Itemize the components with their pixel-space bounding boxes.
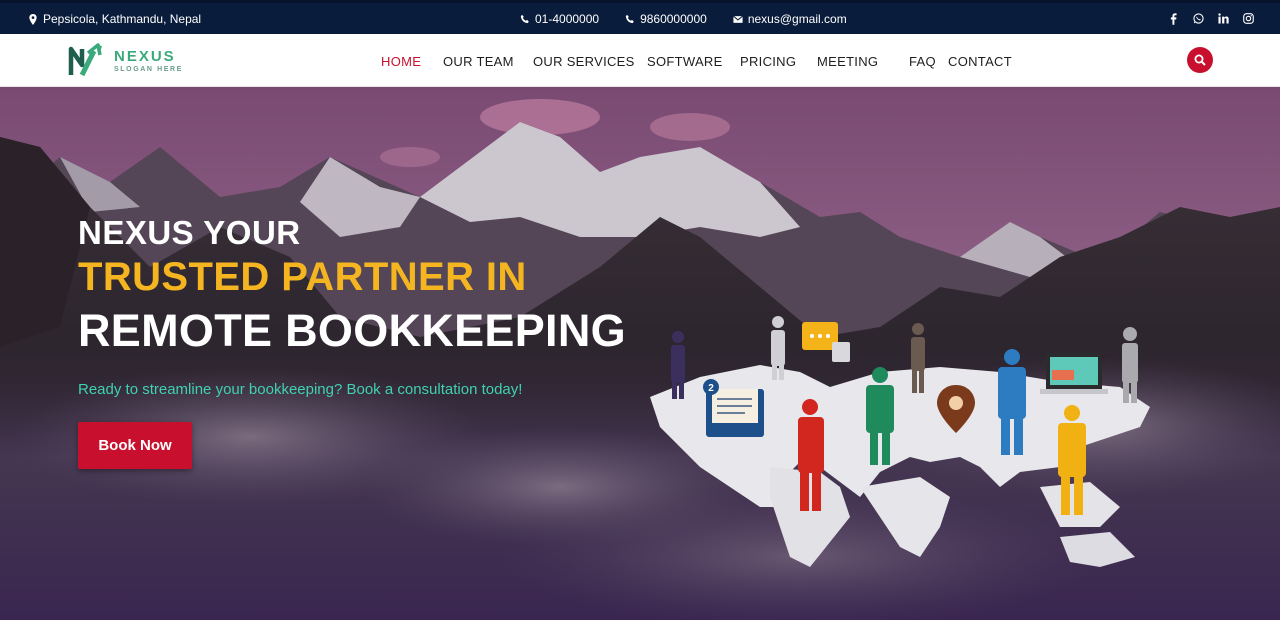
envelope-icon (732, 15, 743, 23)
phone-1-text: 01-4000000 (535, 12, 600, 26)
top-info-bar: Pepsicola, Kathmandu, Nepal 01-4000000 9… (0, 0, 1280, 34)
phone-2[interactable]: 9860000000 (625, 12, 707, 26)
main-navbar: NEXUS SLOGAN HERE HOME OUR TEAM OUR SERV… (0, 34, 1280, 87)
phone-icon (520, 14, 529, 23)
location-info: Pepsicola, Kathmandu, Nepal (28, 12, 201, 26)
phone-icon (625, 14, 634, 23)
notification-badge: 2 (708, 383, 714, 394)
nav-pricing[interactable]: PRICING (740, 54, 817, 69)
logo-slogan: SLOGAN HERE (114, 65, 183, 73)
logo-name: NEXUS (114, 47, 176, 65)
phone-2-text: 9860000000 (640, 12, 707, 26)
whatsapp-icon[interactable] (1193, 12, 1204, 25)
nav-meeting[interactable]: MEETING (817, 54, 909, 69)
nav-our-team[interactable]: OUR TEAM (443, 54, 533, 69)
map-pin-icon (29, 13, 37, 25)
contact-info: 01-4000000 9860000000 nexus@gmail.com (520, 12, 847, 26)
facebook-icon[interactable] (1168, 12, 1179, 25)
main-menu: HOME OUR TEAM OUR SERVICES SOFTWARE PRIC… (381, 54, 1018, 69)
hero-section: 2 NEXUS YOUR TRUSTED PARTNER IN REMOTE B… (0, 87, 1280, 620)
email-text: nexus@gmail.com (747, 12, 847, 26)
brand-logo[interactable]: NEXUS SLOGAN HERE (68, 42, 208, 80)
nav-faq[interactable]: FAQ (909, 54, 948, 69)
location-text: Pepsicola, Kathmandu, Nepal (43, 12, 202, 26)
search-button[interactable] (1187, 47, 1213, 73)
hero-subtitle: Ready to streamline your bookkeeping? Bo… (78, 381, 523, 398)
nav-our-services[interactable]: OUR SERVICES (533, 54, 647, 69)
nav-software[interactable]: SOFTWARE (647, 54, 740, 69)
email-link[interactable]: nexus@gmail.com (732, 12, 847, 26)
hero-title-line-1: NEXUS YOUR (78, 214, 301, 251)
hero-title-line-3: REMOTE BOOKKEEPING (78, 305, 626, 356)
logo-mark-icon (68, 43, 102, 77)
social-links (1168, 12, 1254, 25)
phone-1[interactable]: 01-4000000 (520, 12, 599, 26)
linkedin-icon[interactable] (1218, 12, 1229, 25)
book-now-button[interactable]: Book Now (78, 422, 192, 469)
search-icon (1194, 54, 1206, 66)
nav-contact[interactable]: CONTACT (948, 54, 1018, 69)
instagram-icon[interactable] (1243, 12, 1254, 25)
nav-home[interactable]: HOME (381, 54, 443, 69)
hero-title-line-2: TRUSTED PARTNER IN (78, 255, 527, 299)
